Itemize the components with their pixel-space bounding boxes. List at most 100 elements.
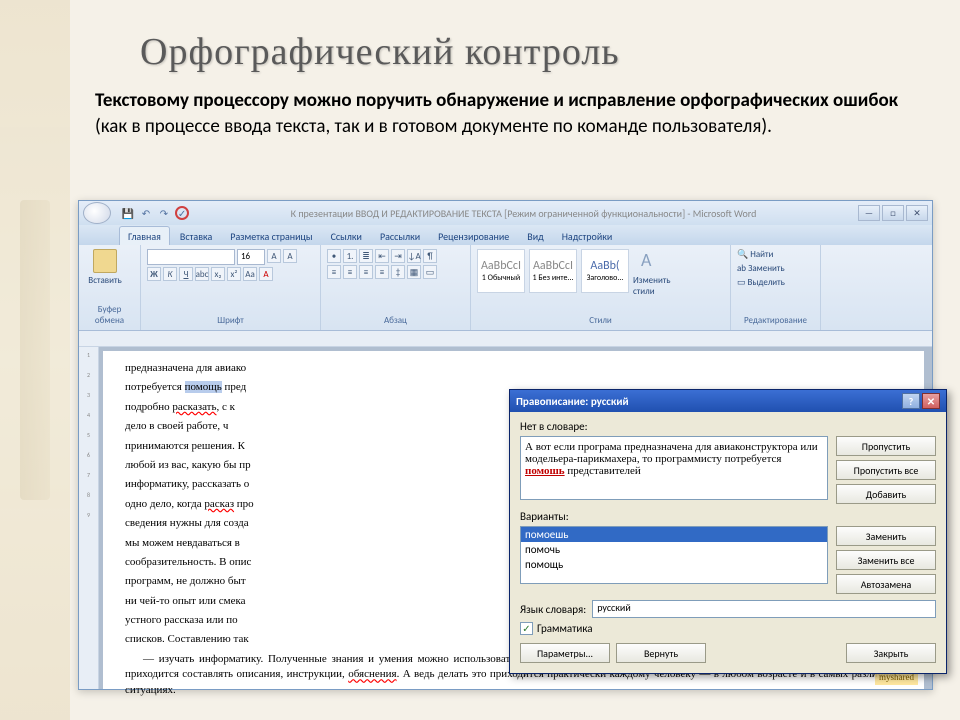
group-editing-label: Редактирование: [737, 313, 814, 326]
dialog-close-button[interactable]: ✕: [922, 393, 940, 409]
tab-layout[interactable]: Разметка страницы: [222, 227, 320, 245]
sentence-textarea[interactable]: А вот если програма предназначена для ав…: [520, 436, 828, 500]
grammar-checkbox[interactable]: ✓: [520, 622, 533, 635]
not-in-dict-label: Нет в словаре:: [520, 420, 936, 433]
redo-icon[interactable]: ↷: [157, 206, 171, 220]
fontcolor-icon[interactable]: A: [259, 267, 273, 281]
tab-references[interactable]: Ссылки: [323, 227, 370, 245]
style-nospacing[interactable]: AaBbCcI1 Без инте...: [529, 249, 577, 293]
tab-mailings[interactable]: Рассылки: [372, 227, 428, 245]
spelling-dialog: Правописание: русский ? ✕ Нет в словаре:…: [509, 389, 947, 674]
italic-button[interactable]: К: [163, 267, 177, 281]
lang-select[interactable]: русский: [592, 600, 936, 618]
add-button[interactable]: Добавить: [836, 484, 936, 504]
close-button[interactable]: ✕: [906, 205, 928, 221]
paste-label: Вставить: [88, 275, 121, 286]
underline-button[interactable]: Ч: [179, 267, 193, 281]
style-heading[interactable]: AaBb(Заголово...: [581, 249, 629, 293]
align-right-icon[interactable]: ≡: [359, 265, 373, 279]
group-font-label: Шрифт: [147, 313, 314, 326]
autocorrect-button[interactable]: Автозамена: [836, 574, 936, 594]
indent-inc-icon[interactable]: ⇥: [391, 249, 405, 263]
style-normal[interactable]: AaBbCcI1 Обычный: [477, 249, 525, 293]
misspelled-word: обяснения: [348, 668, 396, 680]
slide-title: Орфографический контроль: [140, 30, 620, 74]
shading-icon[interactable]: ▦: [407, 265, 421, 279]
variants-list[interactable]: помоешь помочь помощь: [520, 526, 828, 584]
tab-insert[interactable]: Вставка: [172, 227, 220, 245]
paste-button[interactable]: Вставить: [85, 249, 125, 286]
slide-body-text: Текстовому процессору можно поручить обн…: [95, 88, 925, 139]
bold-button[interactable]: Ж: [147, 267, 161, 281]
misspelled-word: расказ: [204, 498, 234, 510]
misspelled-word: расказать: [172, 401, 216, 413]
subscript-icon[interactable]: x₂: [211, 267, 225, 281]
superscript-icon[interactable]: x²: [227, 267, 241, 281]
indent-dec-icon[interactable]: ⇤: [375, 249, 389, 263]
revert-button[interactable]: Вернуть: [616, 643, 706, 663]
change-styles-icon: A: [641, 249, 665, 273]
close-dialog-button[interactable]: Закрыть: [846, 643, 936, 663]
ribbon-tabs: Главная Вставка Разметка страницы Ссылки…: [79, 225, 932, 245]
font-size-combo[interactable]: 16: [237, 249, 265, 265]
slide-decoration: [0, 0, 70, 720]
replace-button[interactable]: ab Заменить: [737, 263, 785, 274]
sort-icon[interactable]: ↓A: [407, 249, 421, 263]
variant-item[interactable]: помоешь: [521, 527, 827, 542]
variant-item[interactable]: помочь: [521, 542, 827, 557]
replace-all-button[interactable]: Заменить все: [836, 550, 936, 570]
border-icon[interactable]: ▭: [423, 265, 437, 279]
paste-icon: [93, 249, 117, 273]
group-paragraph-label: Абзац: [327, 313, 464, 326]
shrink-font-icon[interactable]: A: [283, 249, 297, 263]
align-justify-icon[interactable]: ≡: [375, 265, 389, 279]
change-styles-button[interactable]: A Изменить стили: [633, 249, 673, 297]
strike-icon[interactable]: abc: [195, 267, 209, 281]
numbering-icon[interactable]: 1.: [343, 249, 357, 263]
save-icon[interactable]: 💾: [121, 206, 135, 220]
grammar-label: Грамматика: [537, 622, 593, 635]
spellcheck-icon[interactable]: ✓: [175, 206, 189, 220]
office-button[interactable]: [83, 202, 111, 224]
linespace-icon[interactable]: ‡: [391, 265, 405, 279]
multilevel-icon[interactable]: ≣: [359, 249, 373, 263]
dialog-title-text: Правописание: русский: [516, 395, 629, 408]
word-title-bar: 💾 ↶ ↷ ✓ К презентации ВВОД И РЕДАКТИРОВА…: [79, 201, 932, 225]
highlight-icon[interactable]: Aa: [243, 267, 257, 281]
group-styles-label: Стили: [477, 313, 724, 326]
dialog-help-button[interactable]: ?: [902, 393, 920, 409]
maximize-button[interactable]: □: [882, 205, 904, 221]
font-name-combo[interactable]: [147, 249, 235, 265]
slide-body-bold: Текстовому процессору можно поручить обн…: [95, 89, 898, 112]
variants-label: Варианты:: [520, 510, 936, 523]
selected-word: помощь: [185, 381, 222, 393]
bullets-icon[interactable]: •: [327, 249, 341, 263]
tab-addins[interactable]: Надстройки: [554, 227, 621, 245]
skip-all-button[interactable]: Пропустить все: [836, 460, 936, 480]
word-window: 💾 ↶ ↷ ✓ К презентации ВВОД И РЕДАКТИРОВА…: [78, 200, 933, 690]
window-title-text: К презентации ВВОД И РЕДАКТИРОВАНИЕ ТЕКС…: [193, 207, 854, 220]
align-center-icon[interactable]: ≡: [343, 265, 357, 279]
select-button[interactable]: ▭ Выделить: [737, 277, 785, 288]
tab-home[interactable]: Главная: [119, 226, 170, 245]
skip-button[interactable]: Пропустить: [836, 436, 936, 456]
lang-label: Язык словаря:: [520, 603, 586, 616]
find-button[interactable]: 🔍 Найти: [737, 249, 785, 260]
tab-review[interactable]: Рецензирование: [430, 227, 517, 245]
ribbon: Вставить Буфер обмена 16 A A Ж К Ч abc x…: [79, 245, 932, 331]
align-left-icon[interactable]: ≡: [327, 265, 341, 279]
group-clipboard-label: Буфер обмена: [85, 302, 134, 326]
replace-button[interactable]: Заменить: [836, 526, 936, 546]
horizontal-ruler[interactable]: [79, 331, 932, 347]
undo-icon[interactable]: ↶: [139, 206, 153, 220]
grow-font-icon[interactable]: A: [267, 249, 281, 263]
pilcrow-icon[interactable]: ¶: [423, 249, 437, 263]
slide-body-rest: (как в процессе ввода текста, так и в го…: [95, 115, 772, 138]
dialog-title-bar[interactable]: Правописание: русский ? ✕: [510, 390, 946, 412]
tab-view[interactable]: Вид: [519, 227, 551, 245]
params-button[interactable]: Параметры...: [520, 643, 610, 663]
error-word: помошь: [525, 465, 565, 477]
minimize-button[interactable]: —: [858, 205, 880, 221]
variant-item[interactable]: помощь: [521, 557, 827, 572]
vertical-ruler[interactable]: 123456789: [79, 347, 99, 689]
